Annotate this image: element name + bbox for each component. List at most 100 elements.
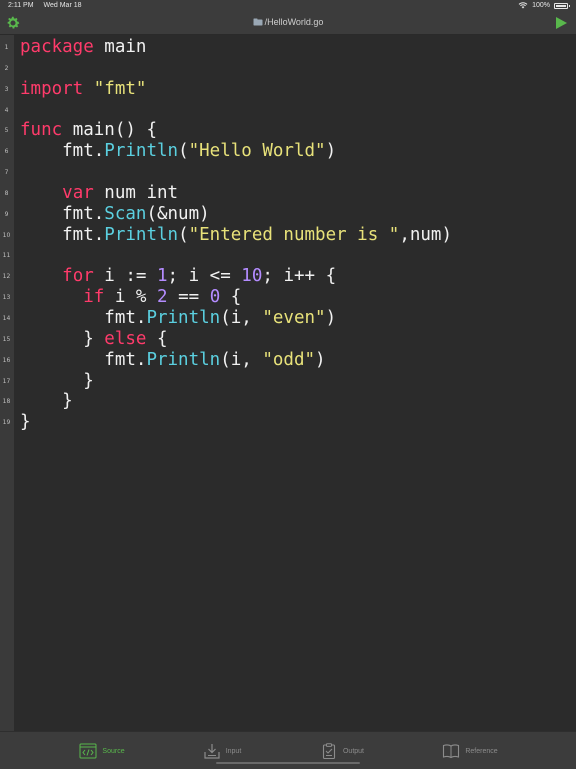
tab-output[interactable]: Output [277,740,407,762]
line-number: 6 [4,148,9,156]
play-icon[interactable] [554,16,568,30]
code-token: 0 [209,287,221,308]
code-token: i % [104,287,157,308]
code-token: Println [146,307,221,328]
download-icon [204,744,220,759]
code-token: "Entered number is " [188,224,400,245]
line-number: 4 [4,106,9,114]
code-token: fmt. [20,349,147,370]
code-text: } [20,391,73,412]
file-title-text: /HelloWorld.go [264,17,324,27]
line-number: 2 [4,64,9,72]
code-token: == [167,287,210,308]
code-token: 1 [156,266,168,287]
code-line[interactable]: 7 [0,162,576,183]
code-token: fmt. [20,224,105,245]
code-token: (&num) [146,203,210,224]
code-text: fmt.Scan(&num) [20,204,210,225]
code-line[interactable]: 17 } [0,371,576,392]
tab-input[interactable]: Input [157,740,287,762]
code-line[interactable]: 1 package main [0,37,576,58]
code-token: "even" [262,307,326,328]
code-lines: 1 package main 2 3 import "fmt" 4 5 func main()… [0,37,576,433]
code-line[interactable]: 12 for i := 1; i <= 10; i++ { [0,266,576,287]
tab-reference[interactable]: Reference [405,740,535,762]
code-line[interactable]: 11 [0,245,576,266]
code-token: } [20,370,94,391]
line-number: 16 [2,356,11,364]
code-token: ; i++ { [262,266,337,287]
code-token: ( [178,224,189,245]
file-title: /HelloWorld.go [0,17,576,27]
code-token: var [62,182,94,203]
code-line[interactable]: 10 fmt.Println("Entered number is ",num) [0,225,576,246]
status-bar: 2:11 PM Wed Mar 18 100% [0,0,576,13]
line-number: 13 [2,294,11,302]
code-text: fmt.Println(i, "even") [20,308,336,329]
code-text: var num int [20,183,178,204]
code-line[interactable]: 3 import "fmt" [0,79,576,100]
battery-icon [554,2,570,9]
line-number: 14 [2,314,11,322]
book-icon [443,744,460,759]
status-date: Wed Mar 18 [43,2,82,9]
line-number: 10 [2,231,11,239]
code-token: Println [104,141,179,162]
code-token: 2 [156,287,168,308]
code-token: ; i <= [167,266,242,287]
code-token: func [20,120,63,141]
tab-source[interactable]: Source [37,740,167,762]
code-line[interactable]: 15 } else { [0,329,576,350]
code-line[interactable]: 8 var num int [0,183,576,204]
code-text: func main() { [20,120,157,141]
line-number: 7 [4,169,9,177]
code-token: else [104,328,147,349]
code-token: ) [325,307,337,328]
code-token: ) [325,141,337,162]
code-token: Println [146,349,221,370]
code-line[interactable]: 19} [0,412,576,433]
code-line[interactable]: 6 fmt.Println("Hello World") [0,141,576,162]
home-indicator[interactable] [216,762,360,764]
code-token: "odd" [262,349,316,370]
code-token: "fmt" [93,78,147,99]
code-line[interactable]: 14 fmt.Println(i, "even") [0,308,576,329]
tab-input-label: Input [225,747,242,755]
clipboard-icon [322,743,336,759]
code-line[interactable]: 4 [0,100,576,121]
status-left: 2:11 PM Wed Mar 18 [8,2,90,9]
code-token: { [220,287,242,308]
line-number: 8 [4,189,9,197]
battery-percent: 100% [532,2,550,9]
code-text: package main [20,37,146,58]
line-number: 3 [4,85,9,93]
code-token: main [93,37,147,57]
code-token: num int [93,182,179,203]
code-line[interactable]: 5 func main() { [0,120,576,141]
code-token: fmt. [20,307,147,328]
code-token: (i, [220,349,263,370]
code-token: main() { [62,120,157,141]
code-line[interactable]: 13 if i % 2 == 0 { [0,287,576,308]
code-line[interactable]: 18 } [0,391,576,412]
code-token: i := [93,266,157,287]
code-token: if [83,287,105,308]
code-token: ) [315,349,326,370]
code-line[interactable]: 16 fmt.Println(i, "odd") [0,350,576,371]
code-line[interactable]: 9 fmt.Scan(&num) [0,204,576,225]
code-text: fmt.Println("Hello World") [20,141,336,162]
code-token: Println [104,224,179,245]
line-number: 17 [2,377,11,385]
code-token: Scan [104,203,147,224]
code-token: 10 [241,266,263,287]
code-text: } [20,412,31,433]
tab-source-label: Source [102,747,125,755]
code-line[interactable]: 2 [0,58,576,79]
code-token: import [20,78,84,99]
code-token: ,num) [399,224,453,245]
code-token: package [20,37,94,57]
